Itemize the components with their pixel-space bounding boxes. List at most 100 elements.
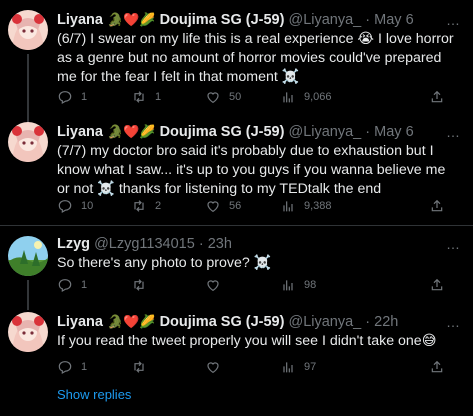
tweet-header: Lzyg @Lzyg1134015 · 23h [57, 234, 232, 254]
display-name-suffix[interactable]: Doujima SG (J-59) [160, 314, 285, 330]
reply-button[interactable]: 1 [57, 358, 87, 376]
heart-icon [207, 280, 219, 292]
name-emojis: 🐊❤️🌽 [106, 125, 156, 140]
share-button[interactable] [429, 197, 445, 215]
reply-count: 1 [81, 91, 88, 103]
tweet[interactable]: Liyana 🐊❤️🌽 Doujima SG (J-59) @Liyanya_ … [0, 122, 473, 222]
more-options-icon[interactable]: … [446, 122, 461, 142]
avatar[interactable] [8, 236, 48, 276]
share-icon [431, 199, 443, 212]
thread-line [27, 54, 29, 126]
like-button[interactable] [205, 276, 229, 294]
reply-icon [58, 279, 72, 293]
retweet-count: 1 [155, 91, 162, 103]
reply-button[interactable]: 1 [57, 88, 87, 106]
tweet-header: Liyana 🐊❤️🌽 Doujima SG (J-59) @Liyanya_ … [57, 10, 414, 30]
timestamp[interactable]: May 6 [374, 12, 414, 28]
retweet-button[interactable] [131, 276, 155, 294]
retweet-icon [134, 279, 144, 291]
retweet-button[interactable] [131, 358, 155, 376]
show-replies-link[interactable]: Show replies [57, 387, 131, 402]
like-button[interactable]: 50 [205, 88, 241, 106]
display-name[interactable]: Lzyg [57, 236, 90, 252]
more-options-icon[interactable]: … [446, 10, 461, 30]
share-icon [431, 90, 443, 103]
separator: · [365, 12, 371, 28]
tweet-actions: 10 2 56 9,388 [57, 197, 457, 215]
views-icon [283, 280, 293, 291]
user-handle[interactable]: @Liyanya_ [288, 12, 361, 28]
display-name[interactable]: Liyana [57, 12, 103, 28]
view-count: 98 [304, 279, 317, 291]
separator: · [198, 236, 204, 252]
name-emojis: 🐊❤️🌽 [106, 13, 156, 28]
share-button[interactable] [429, 276, 445, 294]
tweet-text: (6/7) I swear on my life this is a real … [57, 31, 454, 85]
tweet-actions: 1 1 50 9,066 [57, 88, 457, 106]
user-handle[interactable]: @Liyanya_ [288, 124, 361, 140]
reply-button[interactable]: 10 [57, 197, 93, 215]
divider [0, 225, 473, 226]
views-button[interactable]: 97 [280, 358, 316, 376]
timestamp[interactable]: May 6 [374, 124, 414, 140]
separator: · [365, 314, 371, 330]
reply-count: 1 [81, 361, 88, 373]
retweet-button[interactable]: 2 [131, 197, 161, 215]
name-emojis: 🐊❤️🌽 [106, 315, 156, 330]
views-button[interactable]: 9,388 [280, 197, 332, 215]
views-icon [283, 92, 293, 103]
views-button[interactable]: 9,066 [280, 88, 332, 106]
reply-button[interactable]: 1 [57, 276, 87, 294]
timestamp[interactable]: 23h [208, 236, 232, 252]
tweet-text: So there's any photo to prove? ☠️ [57, 255, 272, 271]
timestamp[interactable]: 22h [374, 314, 398, 330]
like-button[interactable]: 56 [205, 197, 241, 215]
display-name-suffix[interactable]: Doujima SG (J-59) [160, 12, 285, 28]
retweet-icon [134, 200, 144, 212]
tweet-text: (7/7) my doctor bro said it's probably d… [57, 143, 446, 197]
tweet-actions: 1 97 [57, 358, 457, 376]
avatar[interactable] [8, 122, 48, 162]
display-name-suffix[interactable]: Doujima SG (J-59) [160, 124, 285, 140]
heart-icon [207, 362, 219, 374]
reply-icon [58, 200, 72, 214]
separator: · [365, 124, 371, 140]
tweet-actions: 1 98 [57, 276, 457, 294]
like-count: 50 [229, 91, 242, 103]
tweet[interactable]: Liyana 🐊❤️🌽 Doujima SG (J-59) @Liyanya_ … [0, 10, 473, 126]
display-name[interactable]: Liyana [57, 314, 103, 330]
more-options-icon[interactable]: … [446, 234, 461, 254]
heart-icon [207, 201, 219, 213]
retweet-icon [134, 361, 144, 373]
tweet[interactable]: Lzyg @Lzyg1134015 · 23h … So there's any… [0, 234, 473, 310]
views-button[interactable]: 98 [280, 276, 316, 294]
tweet-header: Liyana 🐊❤️🌽 Doujima SG (J-59) @Liyanya_ … [57, 312, 398, 332]
reply-count: 1 [81, 279, 88, 291]
avatar[interactable] [8, 10, 48, 50]
more-options-icon[interactable]: … [446, 312, 461, 332]
tweet[interactable]: Liyana 🐊❤️🌽 Doujima SG (J-59) @Liyanya_ … [0, 312, 473, 375]
display-name[interactable]: Liyana [57, 124, 103, 140]
share-icon [431, 360, 443, 373]
share-icon [431, 278, 443, 291]
like-count: 56 [229, 200, 242, 212]
reply-icon [58, 361, 72, 375]
retweet-icon [134, 91, 144, 103]
views-icon [283, 362, 293, 373]
thread-line [27, 280, 29, 310]
avatar[interactable] [8, 312, 48, 352]
retweet-button[interactable]: 1 [131, 88, 161, 106]
view-count: 9,066 [304, 91, 332, 103]
user-handle[interactable]: @Lzyg1134015 [94, 236, 195, 252]
tweet-text: If you read the tweet properly you will … [57, 333, 437, 349]
share-button[interactable] [429, 88, 445, 106]
like-button[interactable] [205, 358, 229, 376]
share-button[interactable] [429, 358, 445, 376]
tweet-header: Liyana 🐊❤️🌽 Doujima SG (J-59) @Liyanya_ … [57, 122, 414, 142]
retweet-count: 2 [155, 200, 162, 212]
heart-icon [207, 92, 219, 104]
reply-icon [58, 91, 72, 105]
views-icon [283, 201, 293, 212]
user-handle[interactable]: @Liyanya_ [288, 314, 361, 330]
view-count: 97 [304, 361, 317, 373]
